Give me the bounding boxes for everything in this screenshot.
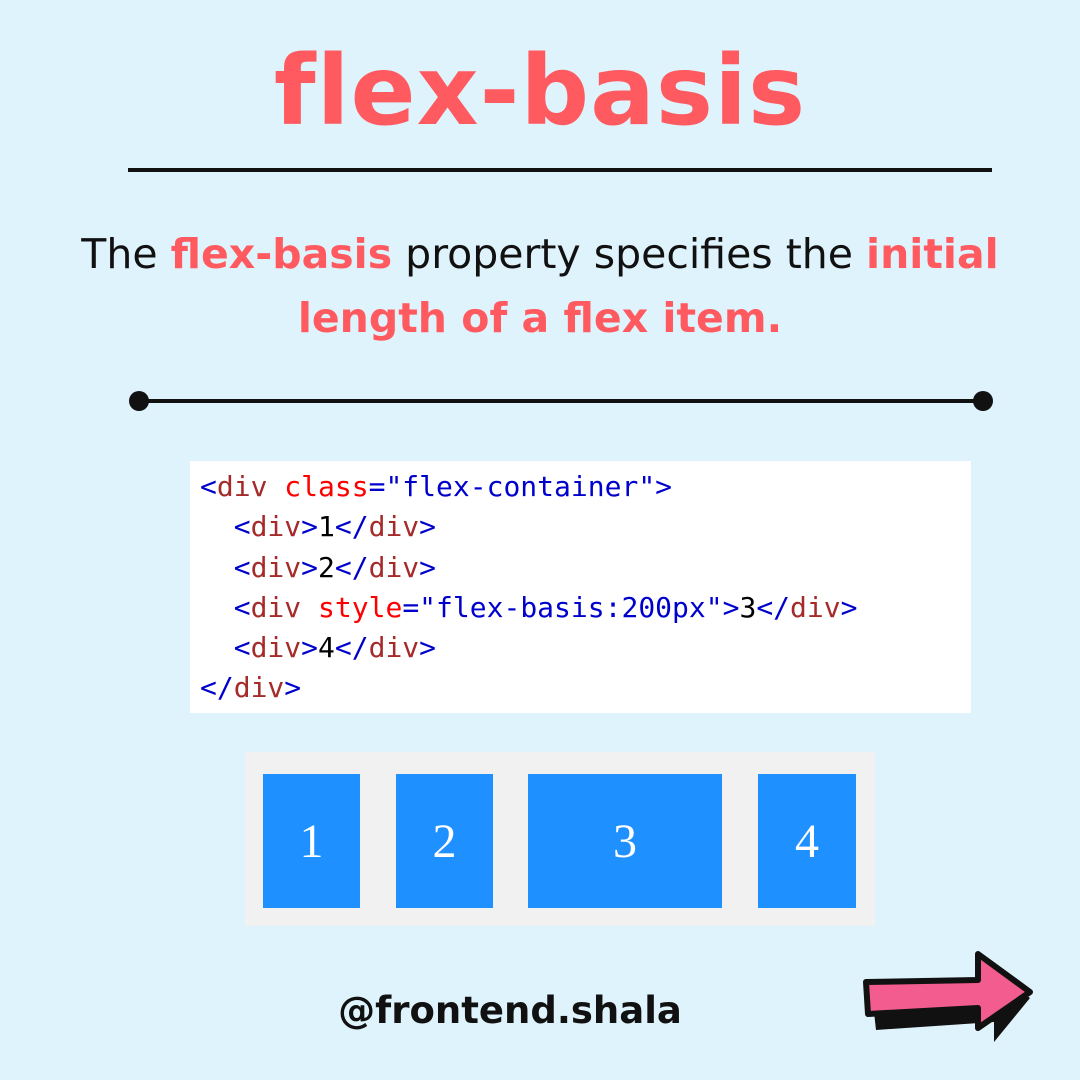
code-token: 1 [318,510,335,544]
code-token: > [301,631,319,665]
code-token: style [318,590,403,624]
code-token: ="flex-basis:200px"> [402,590,740,624]
code-token: > [419,631,437,665]
code-token: </ [334,631,369,665]
code-token: div [250,590,302,624]
code-token: div [233,671,285,705]
description-text-2: property specifies the [392,230,867,278]
description-highlight-1: flex-basis [170,230,393,278]
page-title: flex-basis [273,35,807,147]
code-snippet: <div class="flex-container"> <div>1</div… [190,461,971,713]
code-token: < [200,470,217,503]
code-line: <div>4</div> [200,628,971,668]
code-token: < [233,590,251,624]
code-token: > [301,510,319,544]
code-token: > [419,550,437,584]
arrow-right-icon[interactable] [860,950,1040,1050]
description: The flex-basis property specifies the in… [70,222,1010,350]
code-token: div [790,590,841,624]
code-token: < [233,510,251,544]
code-token: > [301,550,319,584]
code-token: div [250,631,302,665]
code-token: </ [756,590,791,624]
code-token: 2 [318,550,335,584]
code-token: > [419,510,437,544]
code-token: div [368,631,420,665]
code-token: 3 [739,590,757,624]
code-token: class [284,470,369,503]
code-token: </ [200,671,234,705]
code-token: < [233,631,251,665]
code-token: > [840,590,858,624]
divider-dot-left [129,391,149,411]
flex-item-1: 1 [263,774,360,908]
description-text-1: The [81,230,171,278]
code-token: ="flex-container"> [368,470,673,503]
code-line: <div style="flex-basis:200px">3</div> [200,588,971,628]
flex-container-demo: 1 2 3 4 [245,752,875,926]
code-token: div [250,510,302,544]
code-token: div [368,510,420,544]
code-line: <div class="flex-container"> [200,467,971,507]
code-token: </ [334,550,369,584]
code-line: </div> [200,668,971,708]
code-token: 4 [318,631,335,665]
code-token: div [250,550,302,584]
flex-item-3: 3 [528,774,722,908]
title-divider [128,168,992,172]
dotted-divider [129,390,993,412]
code-line: <div>1</div> [200,507,971,547]
code-token: div [216,470,268,503]
code-line: <div>2</div> [200,548,971,588]
code-token: > [284,671,302,705]
flex-item-2: 2 [396,774,493,908]
code-token: < [233,550,251,584]
divider-dot-right [973,391,993,411]
code-token: div [368,550,420,584]
code-token: </ [334,510,369,544]
divider-line [137,399,985,403]
flex-item-4: 4 [758,774,856,908]
